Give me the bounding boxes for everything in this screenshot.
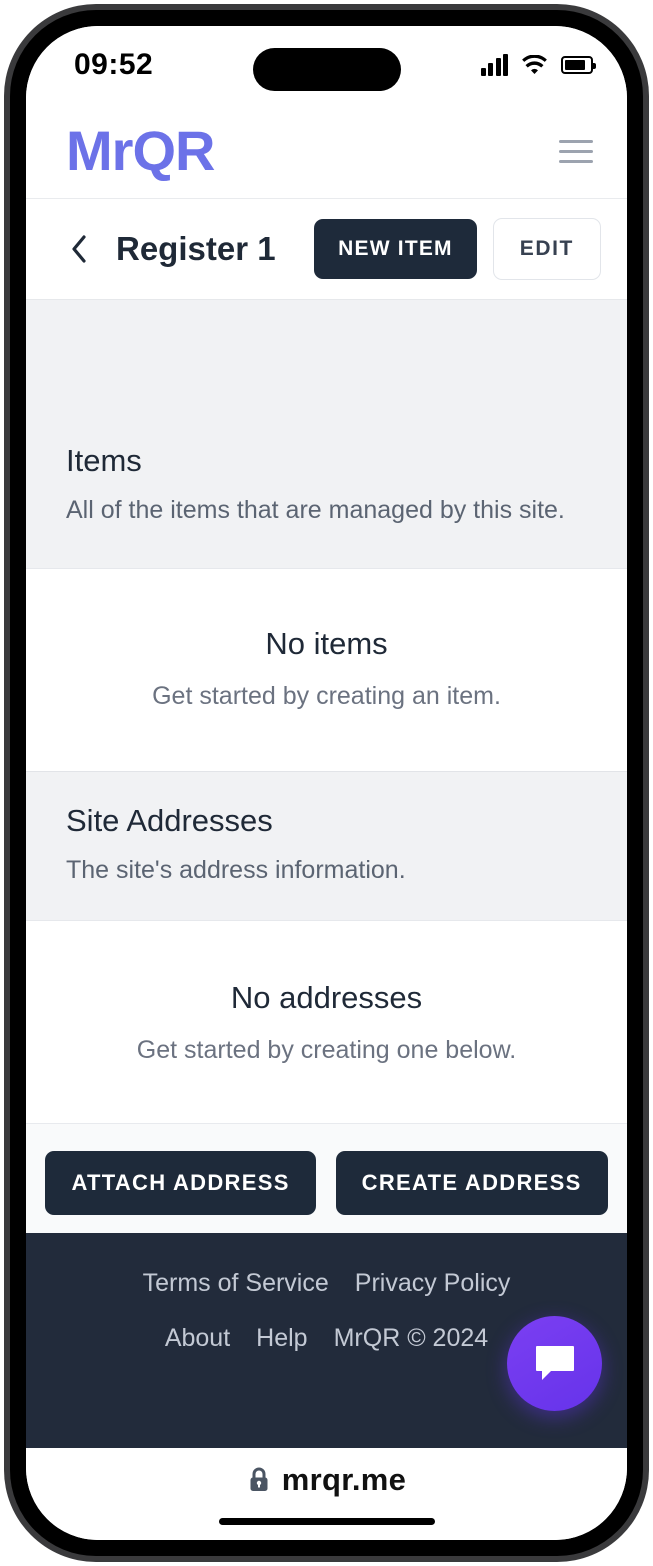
page-title-actions: NEW ITEM EDIT xyxy=(314,218,601,280)
edit-button[interactable]: EDIT xyxy=(492,218,601,280)
chat-bubble-icon xyxy=(535,1345,574,1380)
page-content: Items All of the items that are managed … xyxy=(26,300,627,1233)
addresses-section-header: Site Addresses The site's address inform… xyxy=(26,770,627,921)
items-empty-subtitle: Get started by creating an item. xyxy=(152,682,501,711)
addresses-empty-subtitle: Get started by creating one below. xyxy=(136,1036,517,1065)
cellular-signal-icon xyxy=(480,54,508,76)
wifi-icon xyxy=(522,54,547,74)
addresses-empty-state: No addresses Get started by creating one… xyxy=(26,920,627,1123)
items-section-header: Items All of the items that are managed … xyxy=(26,300,627,569)
create-address-button[interactable]: CREATE ADDRESS xyxy=(335,1150,608,1215)
addresses-action-bar: ATTACH ADDRESS CREATE ADDRESS xyxy=(26,1122,627,1233)
chat-fab-button[interactable] xyxy=(507,1316,602,1411)
phone-bezel: 09:52 MrQR Register 1 NEW ITEM EDIT Item… xyxy=(10,10,643,1556)
dynamic-island xyxy=(252,48,401,91)
items-section-subtitle: All of the items that are managed by thi… xyxy=(66,495,565,524)
items-empty-title: No items xyxy=(265,626,388,662)
footer-copyright: MrQR © 2024 xyxy=(333,1324,489,1352)
phone-frame: 09:52 MrQR Register 1 NEW ITEM EDIT Item… xyxy=(4,4,649,1562)
chevron-left-icon[interactable] xyxy=(66,232,92,266)
addresses-empty-title: No addresses xyxy=(230,980,423,1016)
footer-link-terms[interactable]: Terms of Service xyxy=(143,1269,329,1298)
browser-url-bar[interactable]: mrqr.me xyxy=(26,1448,627,1540)
app-header: MrQR xyxy=(26,104,627,199)
site-footer: Terms of Service Privacy Policy About He… xyxy=(26,1233,627,1448)
page-title: Register 1 xyxy=(116,230,276,267)
phone-screen: 09:52 MrQR Register 1 NEW ITEM EDIT Item… xyxy=(26,26,627,1540)
footer-link-privacy[interactable]: Privacy Policy xyxy=(355,1269,511,1298)
items-empty-state: No items Get started by creating an item… xyxy=(26,568,627,771)
status-bar-indicators xyxy=(480,54,596,76)
browser-url-text: mrqr.me xyxy=(281,1462,407,1497)
footer-link-help[interactable]: Help xyxy=(256,1324,307,1353)
items-section-title: Items xyxy=(66,443,142,478)
status-bar-time: 09:52 xyxy=(74,48,154,81)
home-indicator xyxy=(218,1518,435,1525)
lock-icon xyxy=(250,1467,268,1491)
attach-address-button[interactable]: ATTACH ADDRESS xyxy=(45,1150,316,1215)
new-item-button[interactable]: NEW ITEM xyxy=(314,219,477,279)
addresses-section-title: Site Addresses xyxy=(66,802,273,838)
page-title-bar: Register 1 NEW ITEM EDIT xyxy=(26,199,627,300)
addresses-section-subtitle: The site's address information. xyxy=(66,855,406,884)
browser-url-inner: mrqr.me xyxy=(247,1462,406,1498)
battery-icon xyxy=(561,56,596,74)
footer-link-about[interactable]: About xyxy=(165,1324,230,1353)
brand-logo[interactable]: MrQR xyxy=(66,123,215,179)
footer-row-primary: Terms of Service Privacy Policy xyxy=(46,1269,607,1298)
status-bar: 09:52 xyxy=(26,26,627,104)
hamburger-menu-icon[interactable] xyxy=(559,139,593,163)
